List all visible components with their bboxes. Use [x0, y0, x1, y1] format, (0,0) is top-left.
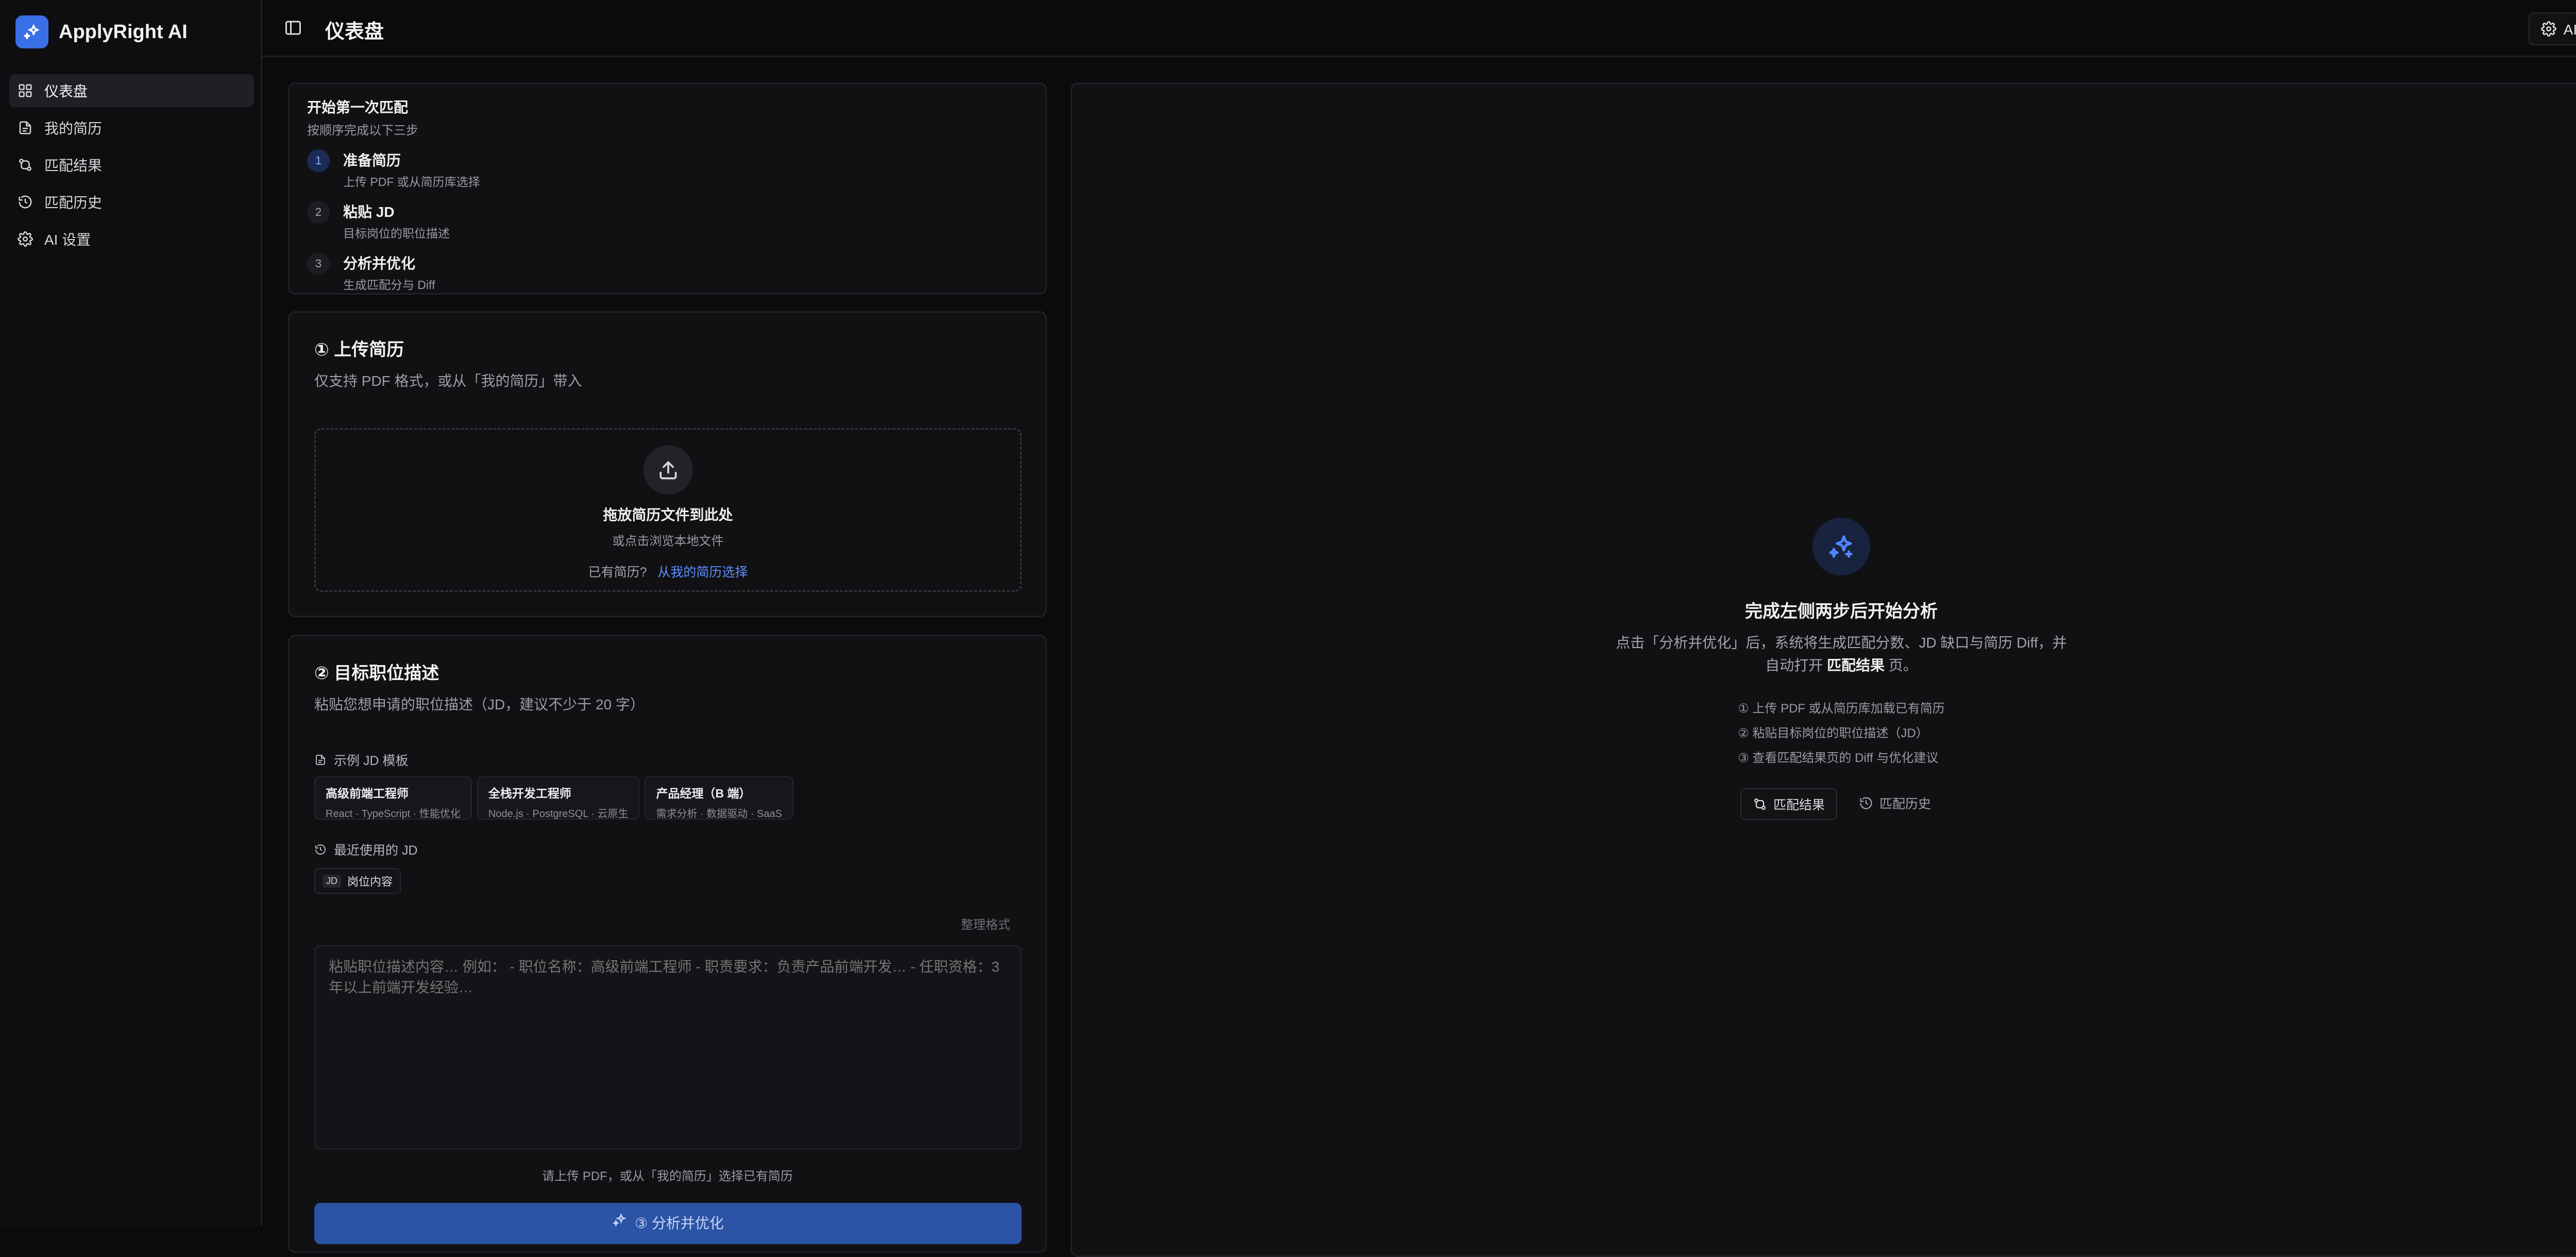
step-desc: 生成匹配分与 Diff	[343, 278, 435, 292]
job-description-card: ② 目标职位描述 粘贴您想申请的职位描述（JD，建议不少于 20 字） 示例 J…	[288, 635, 1047, 1253]
app-root: ApplyRight AI 仪表盘 我的简历 匹配结果 匹配历史 AI 设置 仪…	[0, 0, 2576, 1257]
templates-label-text: 示例 JD 模板	[334, 754, 409, 768]
compare-icon	[19, 159, 31, 171]
list-item: ② 粘贴目标岗位的职位描述（JD）	[1738, 726, 1928, 740]
dropzone-title: 拖放简历文件到此处	[603, 507, 733, 523]
step-number: 1	[307, 149, 330, 172]
file-icon	[19, 121, 31, 134]
step-title: 准备简历	[343, 152, 401, 168]
empty-state: 完成左侧两步后开始分析 点击「分析并优化」后，系统将生成匹配分数、JD 缺口与简…	[1072, 518, 2576, 820]
desc-bold: 匹配结果	[1826, 657, 1885, 673]
sparkles-icon	[612, 1213, 626, 1227]
analyze-label: ③ 分析并优化	[635, 1215, 724, 1231]
history-icon	[19, 195, 32, 209]
match-history-button[interactable]: 匹配历史	[1848, 788, 1942, 818]
history-icon	[1860, 797, 1872, 809]
sidebar-item-my-resumes[interactable]: 我的简历	[9, 111, 254, 144]
resume-dropzone[interactable]: 拖放简历文件到此处 或点击浏览本地文件 已有简历? 从我的简历选择	[314, 428, 1022, 592]
top-header: 仪表盘 AI 设置	[262, 0, 2576, 57]
empty-steps-list: ① 上传 PDF 或从简历库加载已有简历 ② 粘贴目标岗位的职位描述（JD） ③…	[1738, 697, 1945, 771]
recent-jd-label-text: 最近使用的 JD	[334, 843, 418, 858]
brand[interactable]: ApplyRight AI	[15, 15, 188, 48]
empty-actions: 匹配结果 匹配历史	[1072, 788, 2576, 820]
recent-jd-text: 岗位内容	[347, 875, 393, 888]
upload-title: ① 上传简历	[314, 340, 404, 360]
page-title: 仪表盘	[325, 21, 384, 43]
sidebar-item-label: 匹配历史	[44, 195, 103, 211]
template-desc: Node.js · PostgreSQL · 云原生	[488, 808, 629, 820]
step-number: 3	[307, 252, 330, 275]
history-icon	[315, 844, 326, 855]
jd-template-card[interactable]: 产品经理（B 端） 需求分析 · 数据驱动 · SaaS	[645, 776, 793, 820]
step-title: 分析并优化	[343, 256, 416, 271]
upload-resume-card: ① 上传简历 仅支持 PDF 格式，或从「我的简历」带入 拖放简历文件到此处 或…	[288, 311, 1047, 617]
dashboard-icon	[19, 84, 32, 97]
sidebar-item-ai-settings[interactable]: AI 设置	[9, 223, 254, 256]
jd-title: ② 目标职位描述	[314, 664, 439, 683]
step-number: 2	[307, 201, 330, 224]
steps-subtitle: 按顺序完成以下三步	[307, 124, 418, 138]
template-title: 高级前端工程师	[326, 787, 409, 800]
compare-icon	[1754, 798, 1766, 810]
recent-jd-label: 最近使用的 JD	[314, 840, 418, 859]
list-item: ① 上传 PDF 或从简历库加载已有简历	[1738, 702, 1945, 716]
match-results-label: 匹配结果	[1773, 798, 1825, 812]
template-desc: 需求分析 · 数据驱动 · SaaS	[656, 808, 782, 820]
step-item: 1 准备简历 上传 PDF 或从简历库选择	[307, 149, 1028, 190]
match-history-label: 匹配历史	[1879, 797, 1931, 811]
match-results-button[interactable]: 匹配结果	[1740, 788, 1837, 820]
sidebar-item-match-results[interactable]: 匹配结果	[9, 148, 254, 181]
dropzone-alt: 已有简历? 从我的简历选择	[316, 562, 1020, 581]
step-item: 3 分析并优化 生成匹配分与 Diff	[307, 252, 1028, 293]
jd-template-card[interactable]: 全栈开发工程师 Node.js · PostgreSQL · 云原生	[477, 776, 640, 820]
sidebar-item-label: AI 设置	[44, 232, 91, 248]
ai-settings-button[interactable]: AI 设置	[2528, 12, 2576, 45]
jd-textarea[interactable]	[314, 945, 1022, 1149]
sidebar-toggle-icon[interactable]	[284, 19, 302, 37]
template-desc: React · TypeScript · 性能优化	[326, 808, 461, 820]
existing-resume-text: 已有简历?	[588, 565, 647, 580]
template-title: 产品经理（B 端）	[656, 787, 751, 800]
upload-icon	[643, 445, 693, 495]
template-title: 全栈开发工程师	[488, 787, 571, 800]
step-desc: 目标岗位的职位描述	[343, 227, 450, 240]
recent-jd-chip[interactable]: JD 岗位内容	[314, 868, 401, 894]
sparkles-icon	[1812, 518, 1870, 575]
jd-subtitle: 粘贴您想申请的职位描述（JD，建议不少于 20 字）	[314, 697, 645, 712]
templates-label: 示例 JD 模板	[314, 751, 408, 769]
document-icon	[316, 755, 325, 765]
sparkles-icon	[15, 15, 48, 48]
sidebar-item-match-history[interactable]: 匹配历史	[9, 185, 254, 218]
empty-title: 完成左侧两步后开始分析	[1745, 602, 1938, 621]
sidebar-item-label: 仪表盘	[44, 83, 88, 99]
result-panel: 完成左侧两步后开始分析 点击「分析并优化」后，系统将生成匹配分数、JD 缺口与简…	[1071, 82, 2576, 1257]
list-item: ③ 查看匹配结果页的 Diff 与优化建议	[1738, 751, 1939, 765]
step-title: 粘贴 JD	[343, 204, 395, 220]
upload-hint: 请上传 PDF，或从「我的简历」选择已有简历	[542, 1169, 793, 1183]
step-item: 2 粘贴 JD 目标岗位的职位描述	[307, 201, 1028, 241]
jd-tag: JD	[323, 874, 341, 888]
gear-icon	[2540, 21, 2556, 37]
desc-after: 页。	[1885, 657, 1918, 673]
sidebar-item-dashboard[interactable]: 仪表盘	[9, 74, 254, 107]
steps-title: 开始第一次匹配	[307, 99, 409, 115]
analyze-button[interactable]: ③ 分析并优化	[314, 1203, 1022, 1244]
getting-started-card: 开始第一次匹配 按顺序完成以下三步 1 准备简历 上传 PDF 或从简历库选择 …	[288, 82, 1047, 295]
format-button[interactable]: 整理格式	[961, 914, 1010, 932]
sidebar-item-label: 匹配结果	[44, 158, 103, 174]
select-from-resumes-link[interactable]: 从我的简历选择	[657, 565, 748, 580]
sidebar-item-label: 我的简历	[44, 121, 103, 137]
ai-settings-label: AI 设置	[2563, 22, 2576, 38]
gear-icon	[18, 231, 33, 247]
sidebar: ApplyRight AI 仪表盘 我的简历 匹配结果 匹配历史 AI 设置	[0, 0, 262, 1226]
jd-template-card[interactable]: 高级前端工程师 React · TypeScript · 性能优化	[314, 776, 472, 820]
templates-row: 高级前端工程师 React · TypeScript · 性能优化 全栈开发工程…	[314, 776, 793, 820]
sidebar-nav: 仪表盘 我的简历 匹配结果 匹配历史 AI 设置	[9, 74, 254, 260]
empty-description: 点击「分析并优化」后，系统将生成匹配分数、JD 缺口与简历 Diff，并自动打开…	[1609, 632, 2073, 677]
dropzone-subtitle: 或点击浏览本地文件	[612, 534, 724, 548]
step-desc: 上传 PDF 或从简历库选择	[343, 175, 480, 189]
upload-subtitle: 仅支持 PDF 格式，或从「我的简历」带入	[314, 373, 582, 389]
brand-name: ApplyRight AI	[59, 21, 188, 43]
